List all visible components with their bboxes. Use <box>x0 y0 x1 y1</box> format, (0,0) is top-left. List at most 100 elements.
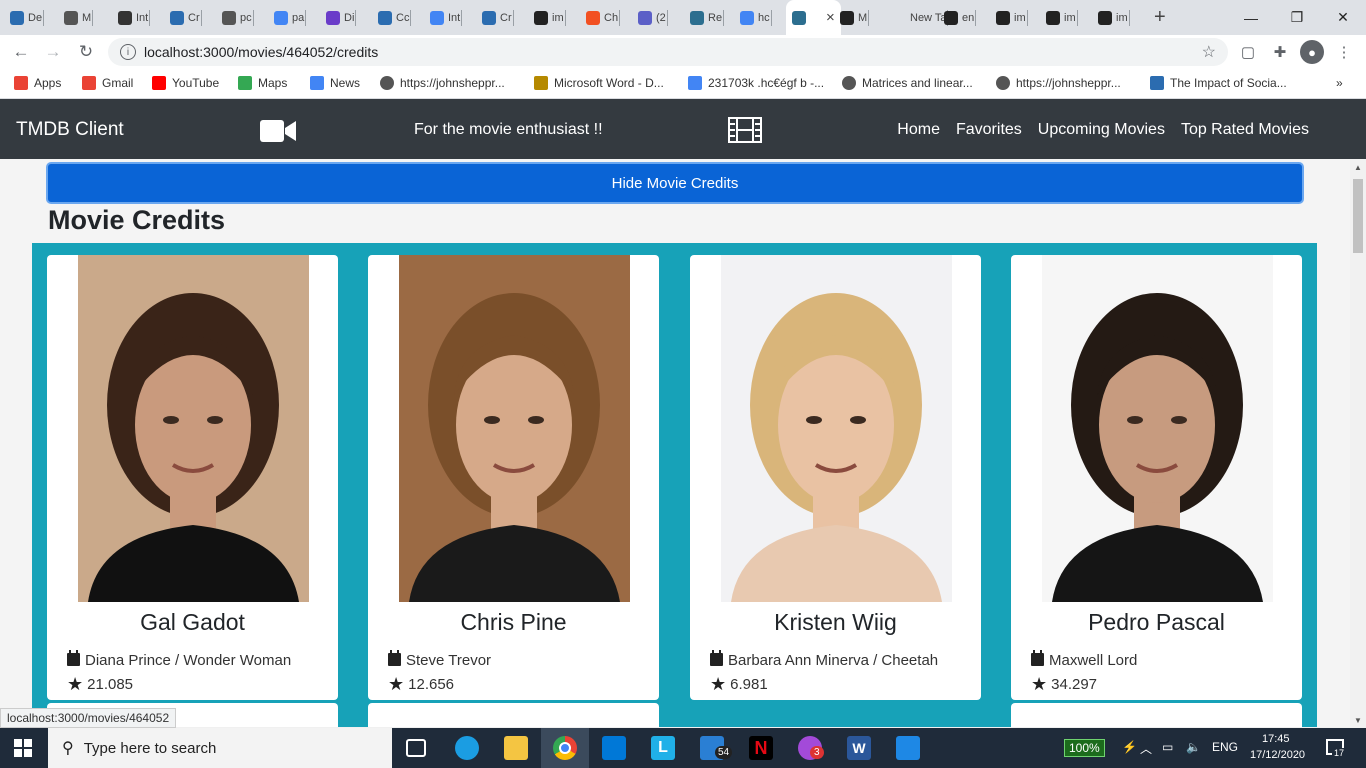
l-app-icon[interactable]: L <box>651 736 675 760</box>
chrome-taskbar-active[interactable] <box>541 728 589 768</box>
bookmark-item[interactable]: Apps <box>14 76 61 90</box>
browser-tab[interactable]: Int <box>430 6 463 29</box>
browser-tab[interactable]: hc <box>740 6 772 29</box>
bookmark-favicon-icon <box>310 76 324 90</box>
credit-card[interactable]: Pedro Pascal Maxwell Lord ★ 34.297 <box>1011 255 1302 700</box>
brand-link[interactable]: TMDB Client <box>16 119 124 141</box>
close-tab-icon[interactable]: × <box>826 9 835 26</box>
browser-tab[interactable]: M <box>64 6 94 29</box>
battery-indicator[interactable]: 100% <box>1064 739 1105 757</box>
credit-card[interactable]: Kristen Wiig Barbara Ann Minerva / Cheeta… <box>690 255 981 700</box>
hide-movie-credits-button[interactable]: Hide Movie Credits <box>46 162 1304 204</box>
nav-top-rated-movies-link[interactable]: Top Rated Movies <box>1181 121 1309 139</box>
store-icon[interactable] <box>602 736 626 760</box>
tab-favicon-icon <box>996 10 1010 25</box>
nav-favorites-link[interactable]: Favorites <box>956 121 1022 139</box>
tab-label: Cc <box>396 11 410 24</box>
browser-tab[interactable]: Cc <box>378 6 412 29</box>
chrome-menu-icon[interactable]: ⋮ <box>1334 42 1354 62</box>
credit-card-next-row[interactable] <box>368 703 659 727</box>
windows-start-icon[interactable] <box>14 739 32 762</box>
browser-tab[interactable]: Re <box>690 6 725 29</box>
browser-tab[interactable]: im <box>1046 6 1078 29</box>
browser-tab[interactable]: New Ta <box>892 6 949 29</box>
browser-tab[interactable]: M <box>840 6 870 29</box>
bookmark-item[interactable]: Microsoft Word - D... <box>534 76 664 90</box>
tab-favicon-icon <box>430 10 444 25</box>
url-text[interactable]: localhost:3000/movies/464052/credits <box>144 44 378 60</box>
tab-label: Cr <box>500 11 512 24</box>
language-indicator[interactable]: ENG <box>1212 740 1238 754</box>
bookmark-item[interactable]: https://johnsheppr... <box>996 76 1121 90</box>
browser-tab[interactable]: Ch <box>586 6 621 29</box>
browser-tab[interactable]: pa <box>274 6 307 29</box>
character-name: Diana Prince / Wonder Woman <box>85 652 292 669</box>
browser-tab[interactable]: × <box>786 0 841 35</box>
new-tab-button[interactable]: + <box>1154 6 1166 29</box>
network-icon[interactable]: ▭ <box>1162 740 1173 754</box>
bookmark-item[interactable]: Maps <box>238 76 287 90</box>
more-bookmarks-icon[interactable]: » <box>1336 76 1343 90</box>
close-window-button[interactable]: ✕ <box>1320 0 1366 35</box>
scroll-up-icon[interactable]: ▲ <box>1354 163 1362 172</box>
forward-arrow-icon[interactable]: → <box>42 41 64 63</box>
bookmark-item[interactable]: Matrices and linear... <box>842 76 973 90</box>
nav-home-link[interactable]: Home <box>897 121 940 139</box>
bookmark-item[interactable]: 231703k .hc€égf b -... <box>688 76 824 90</box>
browser-tab[interactable]: Cr <box>482 6 514 29</box>
browser-tab[interactable]: im <box>1098 6 1130 29</box>
browser-tab[interactable]: Cr <box>170 6 202 29</box>
taskbar-search-box[interactable]: ⚲ Type here to search <box>48 728 392 768</box>
site-info-icon[interactable]: i <box>120 44 136 60</box>
calendar-icon <box>1031 650 1044 666</box>
clock-date[interactable]: 17/12/2020 <box>1250 749 1305 761</box>
bookmark-label: YouTube <box>172 76 220 90</box>
browser-toolbar: ← → ↻ i localhost:3000/movies/464052/cre… <box>0 35 1366 69</box>
tab-favicon-icon <box>586 10 600 25</box>
browser-tab[interactable]: De <box>10 6 45 29</box>
scrollbar-thumb[interactable] <box>1353 179 1363 253</box>
scroll-down-icon[interactable]: ▼ <box>1354 716 1362 725</box>
vscode-icon[interactable] <box>896 736 920 760</box>
puzzle-extensions-icon[interactable]: ✚ <box>1270 42 1290 62</box>
browser-tab[interactable]: (2 <box>638 6 668 29</box>
minimize-button[interactable]: — <box>1228 0 1274 35</box>
bookmark-star-icon[interactable]: ☆ <box>1202 42 1216 62</box>
browser-tab[interactable]: en <box>944 6 977 29</box>
tab-separator <box>512 10 514 26</box>
address-bar[interactable]: i localhost:3000/movies/464052/credits ☆ <box>108 38 1228 66</box>
tab-separator <box>564 10 566 26</box>
browser-tab[interactable]: Int <box>118 6 151 29</box>
edge-browser-icon[interactable] <box>455 736 479 760</box>
netflix-icon[interactable]: N <box>749 736 773 760</box>
maximize-button[interactable]: ❐ <box>1274 0 1320 35</box>
clock-time[interactable]: 17:45 <box>1262 733 1290 745</box>
bookmark-item[interactable]: The Impact of Socia... <box>1150 76 1287 90</box>
credit-card[interactable]: Chris Pine Steve Trevor ★ 12.656 <box>368 255 659 700</box>
volume-icon[interactable]: 🔈 <box>1186 740 1201 754</box>
actor-photo <box>1042 255 1273 602</box>
reload-icon[interactable]: ↻ <box>75 41 97 63</box>
back-arrow-icon[interactable]: ← <box>10 41 32 63</box>
word-icon[interactable]: W <box>847 736 871 760</box>
page-scrollbar[interactable]: ▲ ▼ <box>1350 159 1366 727</box>
power-icon[interactable]: ⚡ <box>1122 740 1137 754</box>
nav-upcoming-movies-link[interactable]: Upcoming Movies <box>1038 121 1165 139</box>
credit-card[interactable]: Gal Gadot Diana Prince / Wonder Woman ★ 21.… <box>47 255 338 700</box>
tab-label: Ch <box>604 11 619 24</box>
browser-tab[interactable]: im <box>534 6 566 29</box>
bookmark-item[interactable]: YouTube <box>152 76 219 90</box>
show-hidden-icons-chevron-icon[interactable]: ︿ <box>1140 740 1152 757</box>
task-view-icon[interactable] <box>406 739 426 757</box>
browser-tab[interactable]: pc <box>222 6 254 29</box>
extension-icon[interactable]: ▢ <box>1238 42 1258 62</box>
file-explorer-icon[interactable] <box>504 736 528 760</box>
browser-tab[interactable]: Di <box>326 6 357 29</box>
tab-label: M <box>82 11 92 24</box>
credit-card-next-row[interactable] <box>1011 703 1302 727</box>
bookmark-item[interactable]: https://johnsheppr... <box>380 76 505 90</box>
browser-tab[interactable]: im <box>996 6 1028 29</box>
profile-avatar-icon[interactable]: ● <box>1300 40 1324 64</box>
bookmark-item[interactable]: News <box>310 76 360 90</box>
bookmark-item[interactable]: Gmail <box>82 76 133 90</box>
